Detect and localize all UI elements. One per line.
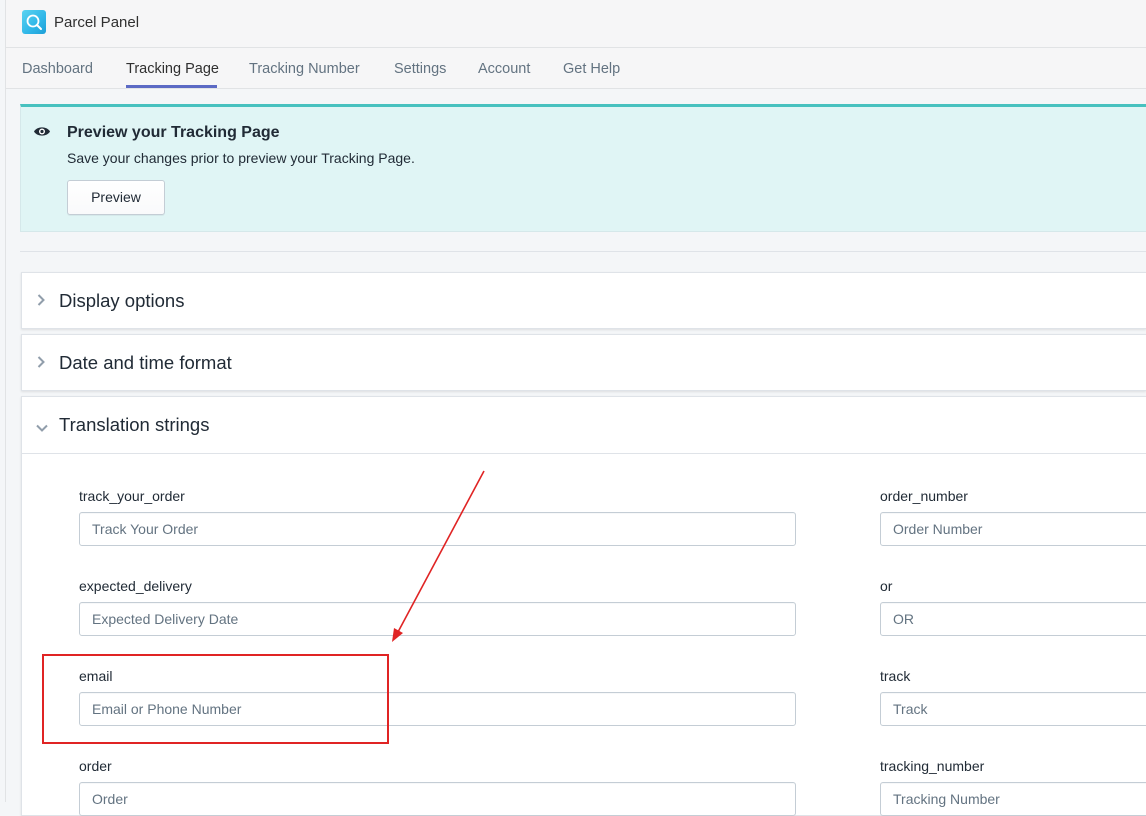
order-number-input[interactable] bbox=[880, 512, 1146, 546]
chevron-right-icon bbox=[36, 293, 46, 312]
tab-settings[interactable]: Settings bbox=[394, 61, 446, 77]
order-input[interactable] bbox=[79, 782, 796, 816]
parcel-panel-logo-icon bbox=[22, 10, 46, 34]
order-label: order bbox=[79, 758, 112, 774]
translation-strings-title: Translation strings bbox=[59, 414, 210, 435]
card-separator bbox=[22, 453, 1146, 454]
display-options-header[interactable]: Display options bbox=[22, 273, 1146, 329]
track-input[interactable] bbox=[880, 692, 1146, 726]
tab-account[interactable]: Account bbox=[478, 61, 530, 77]
tracking-number-label: tracking_number bbox=[880, 758, 985, 774]
tab-dashboard[interactable]: Dashboard bbox=[22, 61, 93, 77]
window-edge bbox=[5, 0, 6, 802]
tab-get-help[interactable]: Get Help bbox=[563, 61, 620, 77]
preview-button[interactable]: Preview bbox=[67, 180, 165, 215]
track-your-order-label: track_your_order bbox=[79, 488, 185, 504]
tab-tracking-number[interactable]: Tracking Number bbox=[249, 61, 360, 77]
date-time-format-header[interactable]: Date and time format bbox=[22, 335, 1146, 391]
display-options-section: Display options bbox=[21, 272, 1146, 329]
or-label: or bbox=[880, 578, 893, 594]
active-tab-indicator bbox=[126, 85, 217, 88]
order-number-label: order_number bbox=[880, 488, 968, 504]
display-options-title: Display options bbox=[59, 290, 185, 311]
expected-delivery-label: expected_delivery bbox=[79, 578, 192, 594]
app-header: Parcel Panel bbox=[6, 0, 1146, 48]
tab-tracking-page[interactable]: Tracking Page bbox=[126, 61, 219, 77]
annotation-highlight-box bbox=[42, 654, 389, 744]
chevron-right-icon bbox=[36, 355, 46, 374]
track-label: track bbox=[880, 668, 911, 684]
or-input[interactable] bbox=[880, 602, 1146, 636]
app-name: Parcel Panel bbox=[54, 14, 140, 31]
banner-title: Preview your Tracking Page bbox=[67, 124, 280, 141]
track-your-order-input[interactable] bbox=[79, 512, 796, 546]
preview-banner: Preview your Tracking Page Save your cha… bbox=[20, 104, 1146, 232]
translation-strings-header[interactable]: Translation strings bbox=[22, 397, 1146, 453]
date-time-format-section: Date and time format bbox=[21, 334, 1146, 391]
tracking-number-input[interactable] bbox=[880, 782, 1146, 816]
expected-delivery-input[interactable] bbox=[79, 602, 796, 636]
main-nav: Dashboard Tracking Page Tracking Number … bbox=[6, 48, 1146, 89]
date-time-format-title: Date and time format bbox=[59, 352, 232, 373]
eye-icon bbox=[33, 125, 51, 143]
chevron-down-icon bbox=[35, 420, 49, 438]
section-divider bbox=[20, 251, 1146, 252]
banner-text: Save your changes prior to preview your … bbox=[67, 150, 415, 166]
app-window: Parcel Panel Dashboard Tracking Page Tra… bbox=[0, 0, 1146, 816]
